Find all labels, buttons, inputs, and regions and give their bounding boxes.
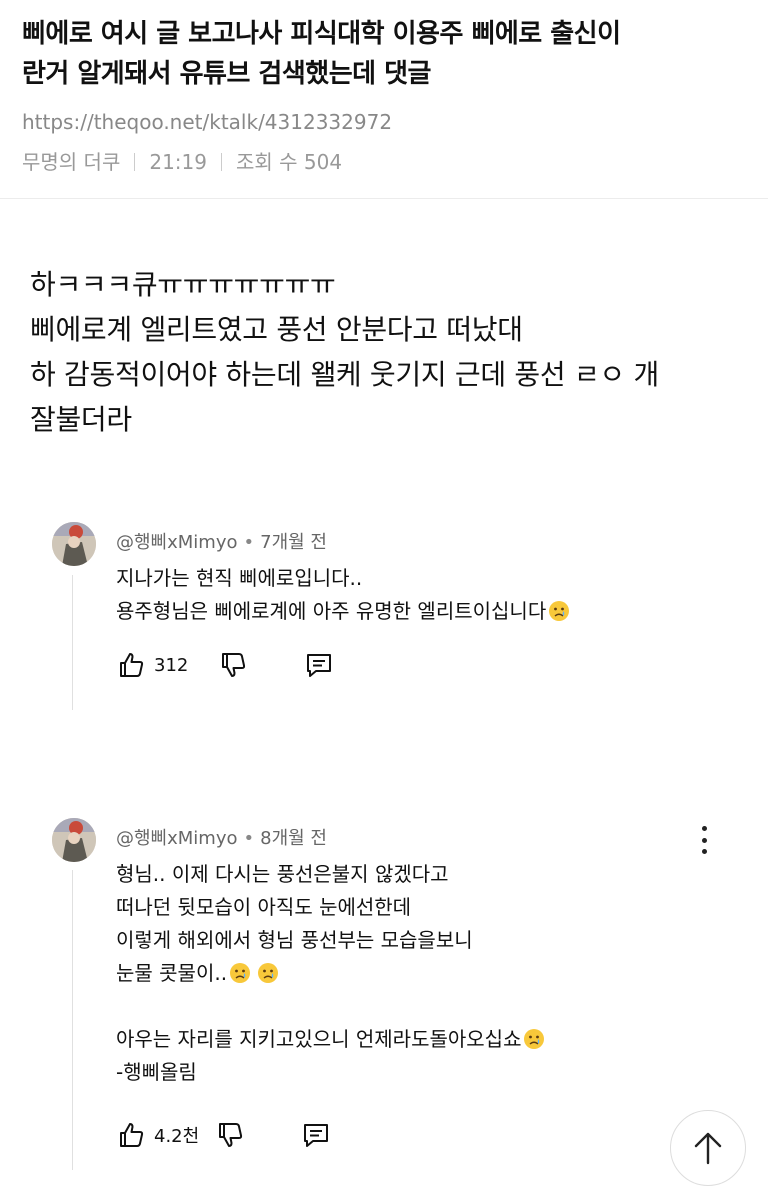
like-count: 4.2천	[154, 1126, 200, 1147]
comment-line: 형님.. 이제 다시는 풍선은불지 않겠다고	[116, 862, 449, 886]
crying-face-icon	[230, 963, 251, 983]
separator-dot: •	[243, 532, 255, 553]
scroll-top-button[interactable]	[670, 1110, 746, 1186]
meta-divider	[221, 153, 222, 171]
meta-divider	[134, 153, 136, 171]
avatar[interactable]	[52, 522, 96, 566]
comment-line-text: 눈물 콧물이..	[116, 961, 228, 985]
reply-icon[interactable]	[304, 650, 334, 680]
comment-line: 눈물 콧물이..	[116, 957, 545, 990]
reply-icon[interactable]	[301, 1120, 331, 1150]
crying-face-icon	[524, 1029, 545, 1049]
body-line: 하ㅋㅋㅋ큐ㅠㅠㅠㅠㅠㅠㅠ	[30, 268, 336, 301]
post-header: 삐에로 여시 글 보고나사 피식대학 이용주 삐에로 출신이 란거 알게돼서 유…	[22, 14, 752, 176]
crying-face-icon	[549, 601, 570, 621]
body-line: 하 감동적이어야 하는데 왤케 웃기지 근데 풍선 ㄹㅇ 개	[30, 358, 659, 391]
comment-line: 용주형님은 삐에로계에 아주 유명한 엘리트이십니다	[116, 595, 570, 628]
comment-line-text: 용주형님은 삐에로계에 아주 유명한 엘리트이십니다	[116, 599, 547, 623]
post-url-link[interactable]: https://theqoo.net/ktalk/4312332972	[22, 108, 752, 136]
thumbs-down-icon[interactable]	[218, 650, 248, 680]
comment-card: @행삐xMimyo • 8개월 전 형님.. 이제 다시는 풍선은불지 않겠다고 떠…	[52, 818, 762, 1158]
comment-text: 지나가는 현직 삐에로입니다.. 용주형님은 삐에로계에 아주 유명한 엘리트이…	[116, 562, 570, 628]
post-views: 조회 수 504	[236, 150, 343, 174]
comment-line-text: 아우는 자리를 지키고있으니 언제라도돌아오십쇼	[116, 1027, 522, 1051]
comment-line: -행삐올림	[116, 1060, 197, 1084]
comment-age: 7개월 전	[260, 532, 327, 553]
thumbs-up-icon[interactable]	[116, 650, 146, 680]
body-line: 삐에로계 엘리트였고 풍선 안분다고 떠났대	[30, 313, 523, 346]
post-meta: 무명의 더쿠 21:19 조회 수 504	[22, 148, 752, 176]
comment-line: 이렇게 해외에서 형님 풍선부는 모습을보니	[116, 928, 473, 952]
post-author: 무명의 더쿠	[22, 150, 121, 174]
header-divider	[0, 198, 768, 199]
comment-actions: 312	[116, 650, 334, 680]
comment-line: 아우는 자리를 지키고있으니 언제라도돌아오십쇼	[116, 1023, 545, 1056]
comment-card: @행삐xMimyo • 7개월 전 지나가는 현직 삐에로입니다.. 용주형님은 삐…	[52, 522, 762, 692]
post-title-line: 란거 알게돼서 유튜브 검색했는데 댓글	[22, 59, 431, 89]
comment-text: 형님.. 이제 다시는 풍선은불지 않겠다고 떠나던 뒷모습이 아직도 눈에선한…	[116, 858, 545, 1089]
comment-actions: 4.2천	[116, 1120, 331, 1150]
arrow-up-icon	[694, 1132, 722, 1165]
comment-line: 지나가는 현직 삐에로입니다..	[116, 566, 363, 590]
comment-line: 떠나던 뒷모습이 아직도 눈에선한데	[116, 895, 412, 919]
thumbs-up-icon[interactable]	[116, 1120, 146, 1150]
separator-dot: •	[243, 828, 255, 849]
comment-header: @행삐xMimyo • 7개월 전	[116, 528, 327, 554]
post-time: 21:19	[149, 150, 207, 174]
body-line: 잘불더라	[30, 403, 132, 436]
post-title-line: 삐에로 여시 글 보고나사 피식대학 이용주 삐에로 출신이	[22, 19, 621, 49]
comment-header: @행삐xMimyo • 8개월 전	[116, 824, 327, 850]
comment-author[interactable]: @행삐xMimyo	[116, 828, 238, 849]
thumbs-down-icon[interactable]	[215, 1120, 245, 1150]
avatar[interactable]	[52, 818, 96, 862]
like-count: 312	[154, 654, 189, 676]
comment-author[interactable]: @행삐xMimyo	[116, 532, 238, 553]
crying-face-icon	[258, 963, 279, 983]
post-title: 삐에로 여시 글 보고나사 피식대학 이용주 삐에로 출신이 란거 알게돼서 유…	[22, 14, 752, 94]
more-vertical-icon[interactable]	[696, 826, 712, 854]
post-body: 하ㅋㅋㅋ큐ㅠㅠㅠㅠㅠㅠㅠ 삐에로계 엘리트였고 풍선 안분다고 떠났대 하 감동…	[30, 262, 745, 442]
comment-age: 8개월 전	[260, 828, 327, 849]
